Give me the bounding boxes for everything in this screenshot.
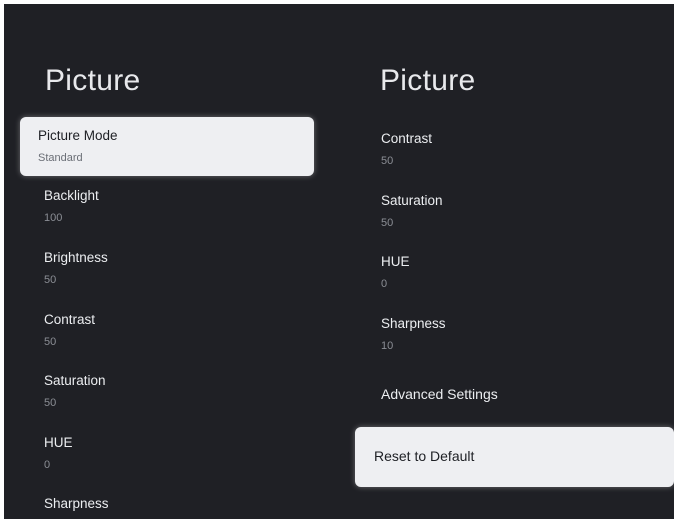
setting-value: 50: [381, 217, 394, 229]
setting-label: Brightness: [44, 250, 108, 265]
setting-picture-mode[interactable]: Picture Mode Standard: [20, 117, 314, 176]
setting-value: 100: [44, 212, 63, 224]
setting-label: Contrast: [44, 312, 96, 327]
setting-label: Contrast: [381, 131, 433, 146]
setting-label: HUE: [381, 254, 410, 269]
setting-label: Sharpness: [44, 496, 109, 511]
setting-contrast[interactable]: Contrast 50: [44, 311, 95, 349]
setting-value: 0: [381, 278, 388, 290]
setting-sharpness[interactable]: Sharpness 10: [381, 315, 446, 353]
setting-value: 0: [44, 459, 51, 471]
setting-contrast[interactable]: Contrast 50: [381, 130, 432, 168]
setting-saturation[interactable]: Saturation 50: [44, 372, 106, 410]
setting-value: Standard: [38, 152, 83, 164]
setting-label: Saturation: [381, 193, 443, 208]
setting-label: Reset to Default: [374, 448, 475, 464]
setting-value: 10: [381, 340, 394, 352]
setting-label: HUE: [44, 435, 73, 450]
setting-label: Backlight: [44, 188, 99, 203]
setting-brightness[interactable]: Brightness 50: [44, 249, 108, 287]
setting-value: 50: [44, 274, 57, 286]
tv-settings-screen: Picture Picture Mode Standard Backlight …: [4, 4, 674, 519]
setting-label: Saturation: [44, 373, 106, 388]
reset-to-default-button[interactable]: Reset to Default: [355, 427, 674, 487]
setting-label: Sharpness: [381, 316, 446, 331]
setting-hue[interactable]: HUE 0: [44, 434, 73, 472]
setting-saturation[interactable]: Saturation 50: [381, 192, 443, 230]
left-panel-title: Picture: [45, 64, 141, 97]
setting-value: 50: [44, 336, 57, 348]
setting-value: 50: [381, 155, 394, 167]
setting-hue[interactable]: HUE 0: [381, 253, 410, 291]
setting-label: Picture Mode: [38, 128, 118, 143]
advanced-settings-item[interactable]: Advanced Settings: [381, 385, 498, 403]
setting-backlight[interactable]: Backlight 100: [44, 187, 99, 225]
setting-sharpness[interactable]: Sharpness: [44, 495, 109, 513]
setting-label: Advanced Settings: [381, 386, 498, 402]
setting-value: 50: [44, 397, 57, 409]
right-panel-title: Picture: [380, 64, 476, 97]
